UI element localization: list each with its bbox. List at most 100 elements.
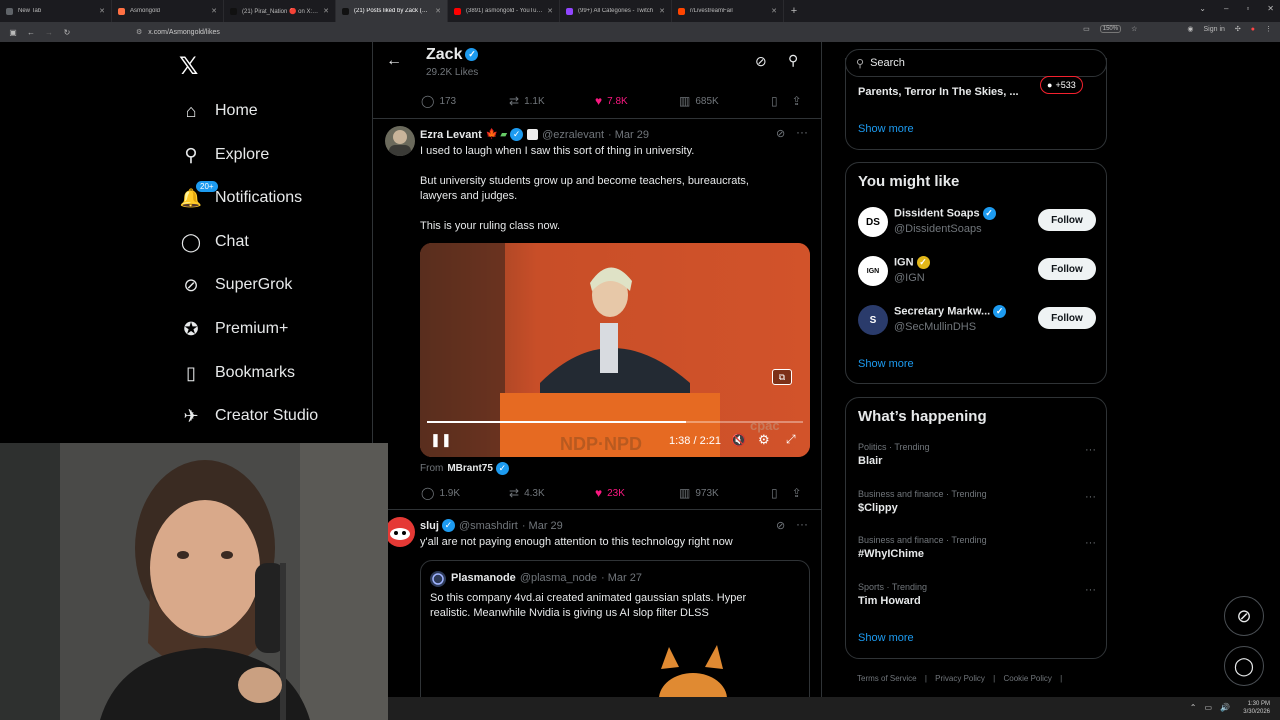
clock[interactable]: 1:30 PM 3/30/2026 xyxy=(1243,700,1270,716)
show-more-link[interactable]: Show more xyxy=(858,123,914,135)
author-handle[interactable]: @smashdirt xyxy=(459,520,518,532)
nav-item-home[interactable]: ⌂ Home xyxy=(180,96,258,126)
author-handle[interactable]: @ezralevant xyxy=(542,129,604,141)
follow-button[interactable]: Follow xyxy=(1038,209,1096,231)
fullscreen-icon[interactable]: ⤢ xyxy=(786,432,796,447)
nav-item-supergrok[interactable]: ⊘ SuperGrok xyxy=(180,270,292,300)
mute-icon[interactable]: 🔇 xyxy=(731,433,746,447)
nav-item-explore[interactable]: ⚲ Explore xyxy=(180,140,269,170)
more-options-icon[interactable]: ··· xyxy=(1085,584,1096,596)
bookmark-icon[interactable]: ▯ xyxy=(771,94,778,108)
repost-button[interactable]: ⇄ 4.3K xyxy=(509,486,595,500)
extensions-icon[interactable]: ✣ xyxy=(1235,25,1241,33)
close-window-button[interactable]: ✕ xyxy=(1267,4,1274,13)
nav-item-bookmarks[interactable]: ▯ Bookmarks xyxy=(180,358,295,388)
star-icon[interactable]: ☆ xyxy=(1131,25,1137,33)
zoom-indicator[interactable]: 150% xyxy=(1099,25,1122,33)
browser-tab[interactable]: (21) Pirat_Nation 🔴 on X: "Wo... ✕ xyxy=(224,0,336,22)
privacy-link[interactable]: Privacy Policy xyxy=(935,674,985,683)
browser-tab[interactable]: (21) Posts liked by Zack (@Asm... ✕ xyxy=(336,0,448,22)
share-icon[interactable]: ⇪ xyxy=(792,94,802,108)
follow-button[interactable]: Follow xyxy=(1038,307,1096,329)
x-logo-icon[interactable]: 𝕏 xyxy=(179,52,198,80)
site-info-icon[interactable]: ⚙ xyxy=(136,28,142,36)
more-options-icon[interactable]: ··· xyxy=(1085,537,1096,549)
sign-in-button[interactable]: Sign in xyxy=(1203,26,1224,33)
show-more-link[interactable]: Show more xyxy=(858,358,914,370)
avatar[interactable] xyxy=(385,517,415,547)
browser-tab[interactable]: Asmongold ✕ xyxy=(112,0,224,22)
source-account[interactable]: MBrant75 xyxy=(447,463,493,474)
picture-in-picture-icon[interactable]: ⧉ xyxy=(772,369,792,385)
tab-search-icon[interactable]: ⌄ xyxy=(1199,4,1206,13)
nav-item-creator-studio[interactable]: ✈ Creator Studio xyxy=(180,401,318,431)
suggestion-row[interactable]: IGN IGN ✓ @IGN Follow xyxy=(858,254,1096,292)
trend-item[interactable]: Sports · Trending Tim Howard ··· xyxy=(858,582,1096,607)
bookmark-icon[interactable]: ▯ xyxy=(771,486,778,500)
author-name[interactable]: sluj xyxy=(420,520,439,532)
views-button[interactable]: ▥ 973K xyxy=(679,486,771,500)
quoted-tweet[interactable]: Plasmanode @plasma_node · Mar 27 So this… xyxy=(420,560,810,702)
more-options-icon[interactable]: ··· xyxy=(796,517,808,531)
account-icon[interactable]: ◉ xyxy=(1187,25,1193,33)
cookie-link[interactable]: Cookie Policy xyxy=(1003,674,1051,683)
trend-item[interactable]: Politics · Trending Blair ··· xyxy=(858,442,1096,467)
like-button[interactable]: ♥ 23K xyxy=(595,486,679,500)
grok-icon[interactable]: ⊘ xyxy=(776,519,785,532)
trend-item[interactable]: Business and finance · Trending $Clippy ··… xyxy=(858,489,1096,514)
settings-icon[interactable]: ⚙ xyxy=(758,432,770,448)
tab-close-icon[interactable]: ✕ xyxy=(435,7,441,15)
tab-close-icon[interactable]: ✕ xyxy=(659,7,665,15)
author-name[interactable]: Ezra Levant xyxy=(420,129,482,141)
avatar[interactable] xyxy=(385,126,415,156)
suggestion-row[interactable]: S Secretary Markw... ✓ @SecMullinDHS Follow xyxy=(858,303,1096,341)
menu-icon[interactable]: ⋮ xyxy=(1265,25,1272,33)
share-icon[interactable]: ⇪ xyxy=(792,486,802,500)
browser-tab[interactable]: New Tab ✕ xyxy=(0,0,112,22)
browser-tab[interactable]: (99+) All Categories - Twitch ✕ xyxy=(560,0,672,22)
tab-close-icon[interactable]: ✕ xyxy=(99,7,105,15)
video-progress-track[interactable] xyxy=(427,421,803,423)
nav-item-chat[interactable]: ◯ Chat xyxy=(180,227,249,257)
show-more-link[interactable]: Show more xyxy=(858,632,914,644)
reply-button[interactable]: ◯ 1.9K xyxy=(421,486,509,500)
grok-icon[interactable]: ⊘ xyxy=(776,127,785,140)
tab-close-icon[interactable]: ✕ xyxy=(771,7,777,15)
reply-button[interactable]: ◯ 173 xyxy=(421,94,509,108)
nav-item-notifications[interactable]: 🔔 20+ Notifications xyxy=(180,181,302,213)
back-icon[interactable]: ← xyxy=(22,28,40,37)
network-icon[interactable]: ▭ xyxy=(1204,703,1212,712)
tab-close-icon[interactable]: ✕ xyxy=(211,7,217,15)
suggestion-row[interactable]: DS Dissident Soaps ✓ @DissidentSoaps Follow xyxy=(858,205,1096,243)
profile-icon[interactable]: ● xyxy=(1251,26,1255,33)
sidebar-toggle-icon[interactable]: ▣ xyxy=(4,28,22,37)
chat-floating-button[interactable]: ◯ xyxy=(1224,646,1264,686)
browser-tab[interactable]: (3891) asmongold - YouTube ✕ xyxy=(448,0,560,22)
search-icon[interactable]: ⚲ xyxy=(788,52,798,69)
tweet-date[interactable]: · Mar 29 xyxy=(608,129,649,141)
new-tab-button[interactable]: + xyxy=(784,5,804,17)
volume-icon[interactable]: 🔊 xyxy=(1220,703,1230,712)
reload-icon[interactable]: ↻ xyxy=(58,28,76,37)
minimize-button[interactable]: – xyxy=(1224,4,1228,13)
grok-floating-button[interactable]: ⊘ xyxy=(1224,596,1264,636)
trend-item[interactable]: Business and finance · Trending #WhyIChim… xyxy=(858,535,1096,560)
views-button[interactable]: ▥ 685K xyxy=(679,94,771,108)
tab-close-icon[interactable]: ✕ xyxy=(547,7,553,15)
like-button[interactable]: ♥ 7.8K xyxy=(595,94,679,108)
maximize-button[interactable]: ▫ xyxy=(1246,4,1249,13)
nav-item-premium[interactable]: ✪ Premium+ xyxy=(180,314,288,344)
video-player[interactable]: NDP·NPD cpac ⧉ ❚❚ 1:38 / 2:21 🔇 ⚙ ⤢ xyxy=(420,243,810,457)
pause-icon[interactable]: ❚❚ xyxy=(430,432,452,448)
more-options-icon[interactable]: ··· xyxy=(1085,444,1096,456)
follow-button[interactable]: Follow xyxy=(1038,258,1096,280)
chevron-up-icon[interactable]: ⌃ xyxy=(1190,703,1197,712)
cast-icon[interactable]: ▭ xyxy=(1083,25,1090,33)
more-options-icon[interactable]: ··· xyxy=(1085,491,1096,503)
more-options-icon[interactable]: ··· xyxy=(796,125,808,139)
url-field[interactable]: ⚙ x.com/Asmongold/likes xyxy=(136,26,1136,38)
tweet-date[interactable]: · Mar 29 xyxy=(522,520,563,532)
repost-button[interactable]: ⇄ 1.1K xyxy=(509,94,595,108)
browser-tab[interactable]: r/LivestreamFail ✕ xyxy=(672,0,784,22)
grok-icon[interactable]: ⊘ xyxy=(755,53,767,70)
